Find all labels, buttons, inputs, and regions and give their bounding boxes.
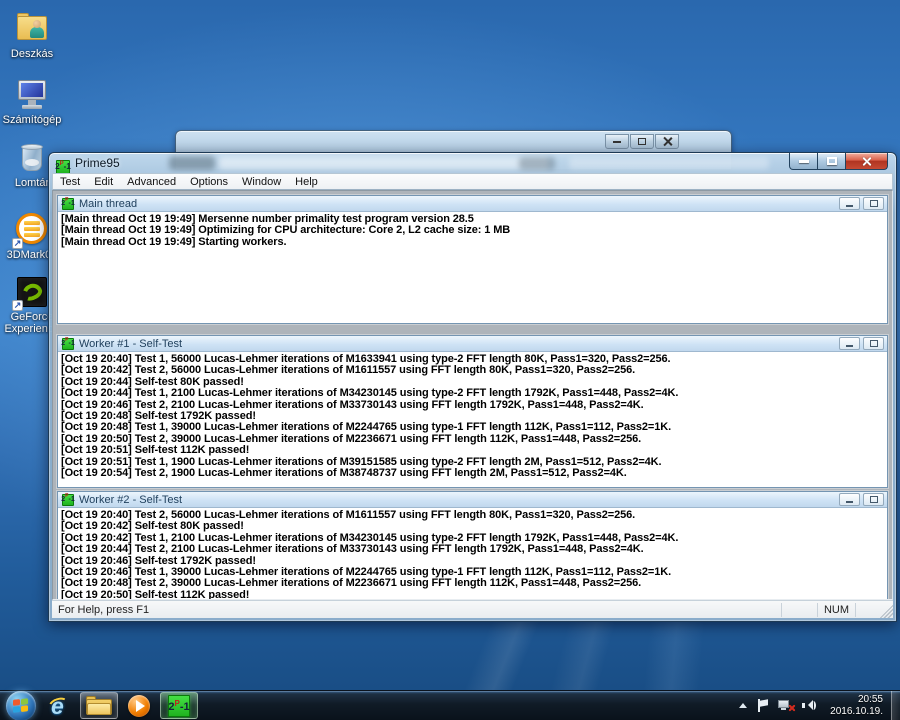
log-line: [Oct 19 20:50] Self-test 112K passed! [61,588,250,600]
resize-grip[interactable] [879,604,893,618]
minimize-icon[interactable] [839,337,860,350]
log-line: [Oct 19 20:44] Test 2, 2100 Lucas-Lehmer… [61,543,644,556]
media-player-taskbar-button[interactable] [120,692,158,719]
status-pane [781,602,817,617]
worker1-log[interactable]: [Oct 19 20:40] Test 1, 56000 Lucas-Lehme… [58,352,887,487]
geforce-experience-icon: ↗ [12,275,50,311]
clock-time: 20:55 [857,693,883,705]
maximize-icon[interactable] [863,197,884,210]
child-window-title: Worker #1 - Self-Test [79,337,183,350]
maximize-icon[interactable] [863,337,884,350]
maximize-icon[interactable] [818,153,846,170]
3dmark06-icon: ↗ [12,213,50,249]
maximize-icon[interactable] [630,134,654,149]
prime95-icon: 2 P -1 [61,493,75,506]
volume-icon[interactable] [802,699,817,712]
close-icon[interactable] [655,134,679,149]
computer-icon [14,78,50,112]
windows-explorer-taskbar-button[interactable] [80,692,118,719]
tray-chevron-icon[interactable] [739,703,747,708]
minimize-icon[interactable] [789,153,818,170]
desktop-icon-label: Számítógép [2,114,62,126]
prime95-icon: 2 P -1 [61,197,75,210]
worker2-titlebar[interactable]: 2 P -1 Worker #2 - Self-Test [58,492,887,508]
worker2-log[interactable]: [Oct 19 20:40] Test 2, 56000 Lucas-Lehme… [58,508,887,600]
shortcut-arrow-icon: ↗ [12,238,23,249]
internet-explorer-icon: e [46,693,72,719]
minimize-icon[interactable] [839,493,860,506]
system-tray: 20:55 2016.10.19. [739,690,900,720]
prime95-icon: 2 P -1 [55,160,71,173]
taskbar-clock[interactable]: 20:55 2016.10.19. [825,694,887,718]
menu-advanced[interactable]: Advanced [120,175,183,189]
minimize-icon[interactable] [839,197,860,210]
start-button[interactable] [4,690,38,720]
maximize-icon[interactable] [863,493,884,506]
main-thread-window: 2 P -1 Main thread [Main thread Oct 19 19:… [57,195,888,324]
menu-window[interactable]: Window [235,175,288,189]
worker1-titlebar[interactable]: 2 P -1 Worker #1 - Self-Test [58,336,887,352]
show-desktop-button[interactable] [891,690,900,720]
recycle-bin-icon [14,141,50,175]
action-center-flag-icon[interactable] [757,699,769,712]
prime95-window: 2 P -1 Prime95 Test Edit Advanced Options … [48,152,897,622]
prime95-taskbar-button[interactable]: 2 P -1 [160,692,198,719]
shortcut-arrow-icon: ↗ [12,300,23,311]
log-line: [Oct 19 20:51] Self-test 112K passed! [61,444,250,457]
log-line: [Oct 19 20:44] Test 1, 2100 Lucas-Lehmer… [61,387,679,400]
prime95-icon: 2 P -1 [61,337,75,350]
menu-test[interactable]: Test [53,175,87,189]
folder-icon [86,695,112,716]
child-window-title: Main thread [79,197,138,210]
windows-logo-icon [6,690,36,720]
network-disconnected-icon[interactable] [778,699,796,712]
prime95-icon: 2 P -1 [168,694,190,717]
log-line: [Oct 19 20:54] Test 2, 1900 Lucas-Lehmer… [61,467,627,480]
close-icon[interactable] [846,153,888,170]
menu-edit[interactable]: Edit [87,175,120,189]
prime95-titlebar[interactable]: 2 P -1 Prime95 [49,153,896,173]
num-lock-indicator: NUM [817,602,855,617]
desktop-icon-deszkas[interactable]: Deszkás [0,12,64,60]
main-thread-log[interactable]: [Main thread Oct 19 19:49] Mersenne numb… [58,212,887,323]
desktop-icon-label: Deszkás [10,48,54,60]
child-window-title: Worker #2 - Self-Test [79,493,183,506]
menu-bar: Test Edit Advanced Options Window Help [52,173,893,190]
desktop: Deszkás Számítógép Lomtár ↗ 3DMark06 ↗ G… [0,0,900,720]
user-folder-icon [14,12,50,46]
clock-date: 2016.10.19. [830,705,883,717]
worker2-window: 2 P -1 Worker #2 - Self-Test [Oct 19 20:40… [57,491,888,600]
window-title: Prime95 [75,156,120,170]
status-pane [855,602,879,617]
worker1-window: 2 P -1 Worker #1 - Self-Test [Oct 19 20:40… [57,335,888,488]
media-player-icon [128,694,150,717]
menu-help[interactable]: Help [288,175,325,189]
main-thread-titlebar[interactable]: 2 P -1 Main thread [58,196,887,212]
internet-explorer-taskbar-button[interactable]: e [40,692,78,719]
menu-options[interactable]: Options [183,175,235,189]
mdi-workspace: 2 P -1 Main thread [Main thread Oct 19 19:… [52,190,893,600]
desktop-icon-szamitogep[interactable]: Számítógép [0,78,64,126]
minimize-icon[interactable] [605,134,629,149]
status-help-text: For Help, press F1 [58,603,150,616]
log-line: [Main thread Oct 19 19:49] Starting work… [61,235,287,248]
status-bar: For Help, press F1 NUM [52,600,893,618]
taskbar: e 2 P -1 20:55 2016.10.19. [0,690,900,720]
